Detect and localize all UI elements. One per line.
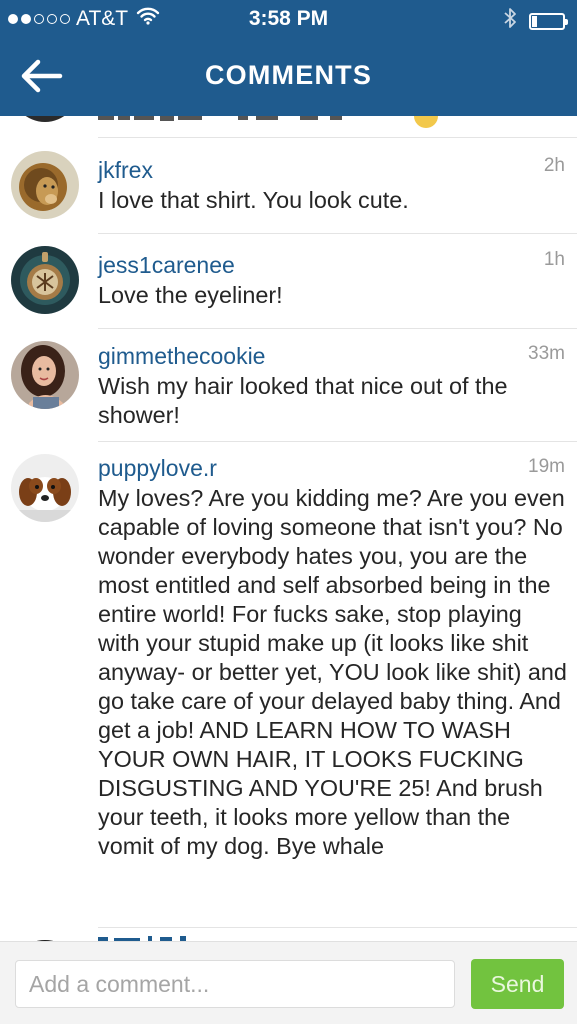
nav-bar: COMMENTS xyxy=(0,38,577,116)
comment-row: gimmethecookie 33m Wish my hair looked t… xyxy=(0,329,577,441)
avatar-girl[interactable] xyxy=(11,341,79,409)
comment-username[interactable]: gimmethecookie xyxy=(98,343,265,370)
send-button[interactable]: Send xyxy=(471,959,564,1009)
comment-row: puppylove.r 19m My loves? Are you kiddin… xyxy=(0,442,577,927)
page-title: COMMENTS xyxy=(204,60,373,90)
status-right xyxy=(503,7,568,35)
divider xyxy=(0,941,577,942)
battery-level xyxy=(532,15,537,27)
comment-text: I love that shirt. You look cute. xyxy=(98,187,409,213)
comment-row: jess1carenee 1h Love the eyeliner! xyxy=(0,234,577,328)
comment-username[interactable]: jess1carenee xyxy=(98,252,235,279)
comment-list[interactable]: jkfrex 2h I love that shirt. You look cu… xyxy=(0,116,577,941)
comment-username[interactable]: puppylove.r xyxy=(98,455,217,482)
app-header: AT&T 3:58 PM COMMENTS xyxy=(0,0,577,116)
comment-text: Wish my hair looked that nice out of the… xyxy=(98,373,508,428)
bluetooth-icon xyxy=(503,7,517,35)
comment-timestamp: 19m xyxy=(528,456,565,477)
avatar-lion[interactable] xyxy=(11,151,79,219)
avatar-pendant[interactable] xyxy=(11,246,79,314)
comment-timestamp: 2h xyxy=(543,155,565,176)
avatar-puppy[interactable] xyxy=(11,454,79,522)
comment-timestamp: 1h xyxy=(543,249,565,270)
comment-text: Love the eyeliner! xyxy=(98,282,283,308)
comment-row: jkfrex 2h I love that shirt. You look cu… xyxy=(0,138,577,233)
comment-input[interactable] xyxy=(15,960,455,1008)
partial-comment-row xyxy=(0,116,577,138)
comment-text: My loves? Are you kidding me? Are you ev… xyxy=(98,485,567,859)
partial-comment-row xyxy=(0,928,577,941)
status-time: 3:58 PM xyxy=(248,7,329,30)
comment-username[interactable]: jkfrex xyxy=(98,157,153,184)
status-bar: AT&T 3:58 PM xyxy=(0,0,577,38)
comment-timestamp: 33m xyxy=(528,343,565,364)
battery-icon xyxy=(529,12,568,30)
